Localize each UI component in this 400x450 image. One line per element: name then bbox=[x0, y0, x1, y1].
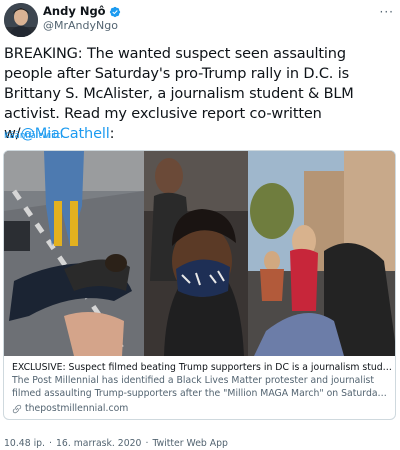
tweet-source[interactable]: Twitter Web App bbox=[152, 438, 228, 449]
link-icon bbox=[12, 404, 22, 413]
author-name-row[interactable]: Andy Ngô bbox=[43, 4, 121, 18]
tweet-text: BREAKING: The wanted suspect seen assaul… bbox=[4, 44, 398, 144]
card-meta[interactable]: EXCLUSIVE: Suspect filmed beating Trump … bbox=[12, 361, 392, 414]
card-domain-row[interactable]: thepostmillennial.com bbox=[12, 403, 392, 414]
verified-badge-icon bbox=[109, 5, 121, 18]
meta-separator: · bbox=[49, 438, 52, 449]
translate-tweet-link[interactable]: Käännä twiitti bbox=[4, 131, 63, 141]
avatar[interactable] bbox=[4, 3, 38, 37]
tweet-text-tail: : bbox=[109, 126, 115, 142]
card-description-line2: filmed assaulting Trump-supporters after… bbox=[12, 387, 392, 399]
link-preview-card[interactable]: EXCLUSIVE: Suspect filmed beating Trump … bbox=[3, 150, 396, 420]
card-domain[interactable]: thepostmillennial.com bbox=[25, 403, 128, 414]
tweet-date[interactable]: 16. marrask. 2020 bbox=[56, 438, 141, 449]
card-description-line1: The Post Millennial has identified a Bla… bbox=[12, 375, 375, 386]
author-display-name[interactable]: Andy Ngô bbox=[43, 4, 106, 18]
card-description: The Post Millennial has identified a Bla… bbox=[12, 375, 392, 400]
more-options-icon[interactable]: ··· bbox=[380, 5, 394, 19]
tweet: Andy Ngô @MrAndyNgo ··· BREAKING: The wa… bbox=[0, 0, 400, 450]
meta-separator: · bbox=[145, 438, 149, 449]
card-title[interactable]: EXCLUSIVE: Suspect filmed beating Trump … bbox=[12, 361, 392, 374]
card-image[interactable] bbox=[4, 151, 395, 356]
author-handle[interactable]: @MrAndyNgo bbox=[43, 19, 118, 32]
tweet-meta-row: 10.48 ip. · 16. marrask. 2020 · Twitter Web … bbox=[4, 438, 228, 449]
tweet-time[interactable]: 10.48 ip. bbox=[4, 438, 45, 449]
